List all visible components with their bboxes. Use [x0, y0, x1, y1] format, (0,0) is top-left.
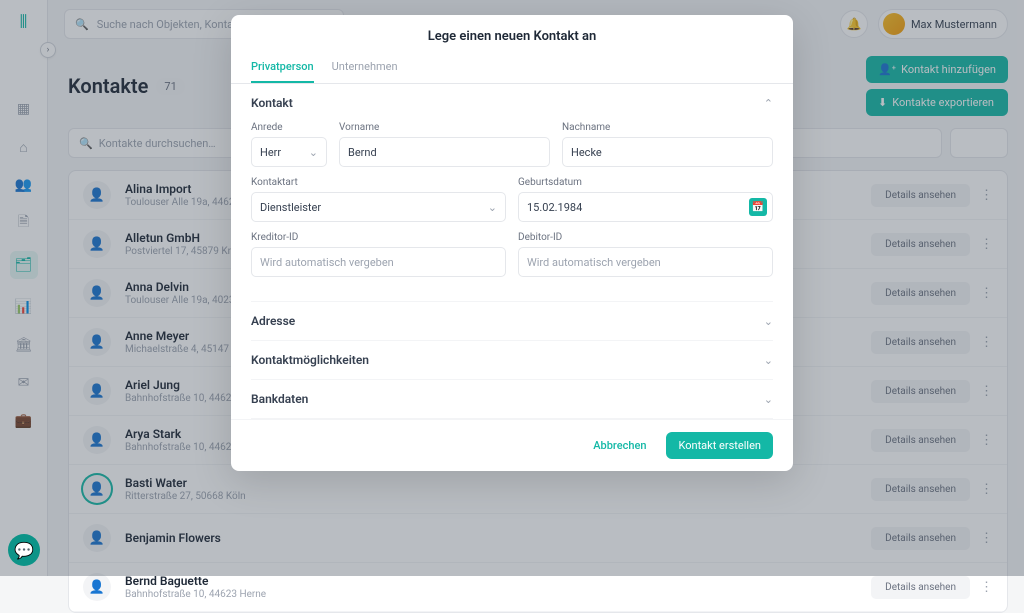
- kontaktart-select[interactable]: Dienstleister⌄: [251, 192, 506, 222]
- nachname-input[interactable]: [562, 137, 773, 167]
- modal-title: Lege einen neuen Kontakt an: [231, 15, 793, 54]
- anrede-select[interactable]: Herr⌄: [251, 137, 327, 167]
- new-contact-modal: Lege einen neuen Kontakt an Privatperson…: [231, 15, 793, 471]
- section-kontakt-header[interactable]: Kontakt ⌃: [251, 84, 773, 122]
- section-adresse-header[interactable]: Adresse⌄: [251, 302, 773, 340]
- chevron-up-icon: ⌃: [764, 97, 773, 110]
- details-button[interactable]: Details ansehen: [871, 576, 970, 599]
- calendar-icon[interactable]: 📅: [749, 198, 767, 216]
- chevron-down-icon: ⌄: [764, 354, 773, 367]
- tab-unternehmen[interactable]: Unternehmen: [332, 54, 398, 83]
- modal-overlay[interactable]: Lege einen neuen Kontakt an Privatperson…: [0, 0, 1024, 576]
- contact-avatar: 👤: [83, 573, 111, 601]
- section-kontaktm-header[interactable]: Kontaktmöglichkeiten⌄: [251, 341, 773, 379]
- chevron-down-icon: ⌄: [764, 315, 773, 328]
- contact-name: Bernd Baguette: [125, 574, 871, 588]
- chevron-down-icon: ⌄: [764, 393, 773, 406]
- vorname-input[interactable]: [339, 137, 550, 167]
- contact-address: Bahnhofstraße 10, 44623 Herne: [125, 589, 871, 600]
- chat-fab[interactable]: 💬: [8, 534, 40, 566]
- cancel-button[interactable]: Abbrechen: [583, 432, 656, 459]
- geburtsdatum-input[interactable]: [518, 192, 773, 222]
- debitor-input[interactable]: [518, 247, 773, 277]
- tab-privatperson[interactable]: Privatperson: [251, 54, 314, 83]
- submit-button[interactable]: Kontakt erstellen: [666, 432, 773, 459]
- section-bank-header[interactable]: Bankdaten⌄: [251, 380, 773, 418]
- more-icon[interactable]: ⋮: [980, 580, 993, 595]
- kreditor-input[interactable]: [251, 247, 506, 277]
